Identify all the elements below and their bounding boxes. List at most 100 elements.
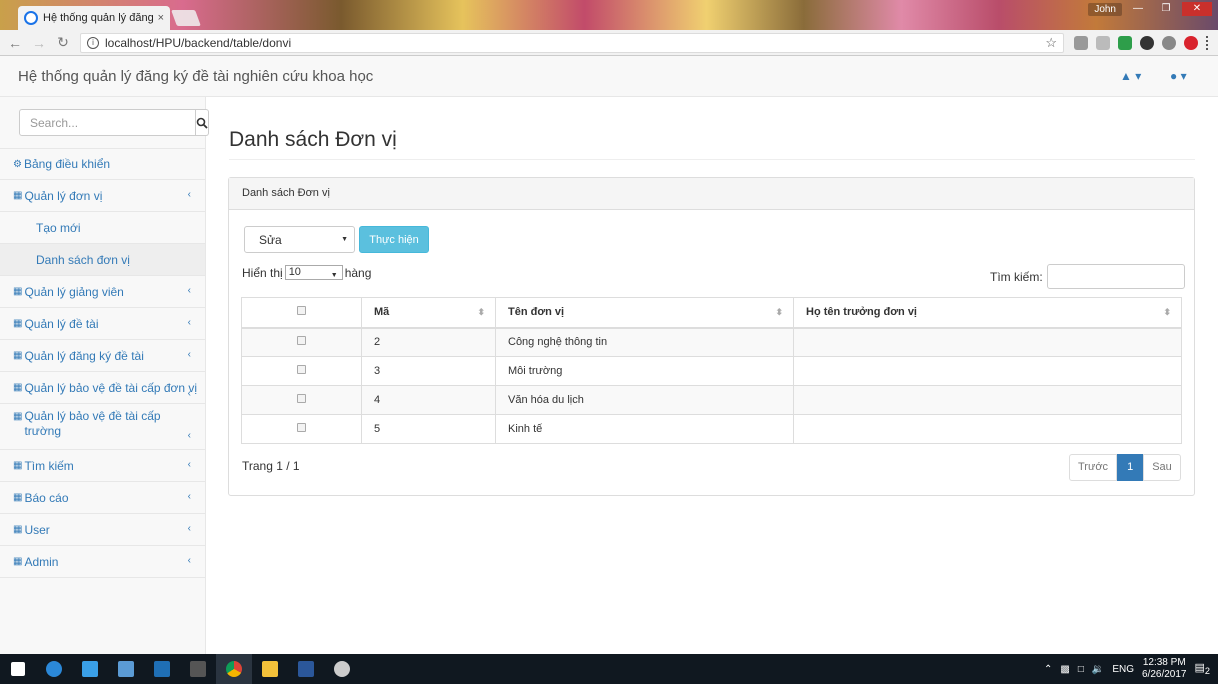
filter-label: Tìm kiếm: — [990, 269, 1043, 284]
row-checkbox[interactable] — [297, 394, 306, 403]
sidebar-item-user[interactable]: ▦ User ‹ — [0, 514, 205, 546]
sidebar-subitem-create[interactable]: Tạo mới — [0, 212, 205, 244]
system-tray: ⌃ ▩ □ 🔉 ENG 12:38 PM 6/26/2017 ▤2 — [1044, 654, 1210, 684]
sidebar-item-school-defense[interactable]: ▦ Quản lý bảo vệ đề tài cấp trường ‹ — [0, 404, 205, 450]
minimize-icon[interactable]: — — [1126, 2, 1150, 16]
sidebar-item-units[interactable]: ▦ Quản lý đơn vị ‹ — [0, 180, 205, 212]
sidebar-item-admin[interactable]: ▦ Admin ‹ — [0, 546, 205, 578]
sidebar: ⚙Bảng điều khiển ▦Quản lý đơn vị‹ Tạo mớ… — [0, 97, 209, 654]
sidebar-item-label: Quản lý đơn vị — [24, 188, 103, 203]
pagination-next-button[interactable]: Sau — [1143, 454, 1181, 481]
extension-icon[interactable] — [1162, 35, 1176, 50]
caret-down-icon: ▼ — [330, 272, 338, 279]
close-window-icon[interactable]: ✕ — [1182, 2, 1212, 16]
table-row[interactable]: 5 Kinh tế — [241, 414, 1182, 444]
column-header-ten[interactable]: Tên đơn vị ⬍ — [495, 297, 794, 329]
network-icon[interactable]: □ — [1078, 664, 1084, 675]
url-text: localhost/HPU/backend/table/donvi — [105, 35, 292, 50]
extensions-area — [1074, 35, 1210, 50]
info-icon[interactable]: i — [87, 36, 99, 49]
sitemap-icon: ▦ — [13, 350, 23, 361]
sitemap-icon: ▦ — [13, 556, 23, 567]
panel-heading: Danh sách Đơn vị — [229, 178, 1194, 210]
start-button[interactable] — [0, 654, 36, 684]
sitemap-icon: ▦ — [13, 190, 23, 201]
sidebar-item-label: Tìm kiếm — [24, 458, 74, 473]
select-all-checkbox[interactable] — [297, 306, 306, 316]
table-search-input[interactable] — [1046, 264, 1185, 289]
length-prefix-label: Hiển thị — [242, 265, 283, 280]
sidebar-item-lecturers[interactable]: ▦ Quản lý giảng viên ‹ — [0, 276, 205, 308]
window-controls: John — ❐ ✕ — [1088, 2, 1212, 16]
media-player-icon — [154, 661, 170, 677]
app-title[interactable]: Hệ thống quản lý đăng ký đề tài nghiên c… — [18, 68, 373, 85]
restore-icon[interactable]: ❐ — [1154, 2, 1178, 16]
taskbar-app[interactable] — [324, 654, 360, 684]
sidebar-item-unit-defense[interactable]: ▦ Quản lý bảo vệ đề tài cấp đơn vị ‹ — [0, 372, 205, 404]
sidebar-item-search[interactable]: ▦ Tìm kiếm ‹ — [0, 450, 205, 482]
extension-icon[interactable] — [1118, 35, 1132, 50]
sidebar-subitem-unit-list[interactable]: Danh sách đơn vị — [0, 244, 205, 276]
row-checkbox[interactable] — [297, 365, 306, 374]
forward-arrow-icon[interactable]: → — [32, 35, 46, 51]
chevron-left-icon: ‹ — [187, 317, 191, 328]
edge-icon — [46, 661, 62, 677]
notification-bell-icon[interactable]: ▲ ▾ — [1120, 69, 1141, 83]
page-length-select[interactable]: 10 ▼ — [284, 265, 343, 280]
taskbar-app[interactable] — [144, 654, 180, 684]
sidebar-item-reports[interactable]: ▦ Báo cáo ‹ — [0, 482, 205, 514]
table-row[interactable]: 3 Môi trường — [241, 356, 1182, 386]
notification-center-icon[interactable]: ▤2 — [1195, 661, 1211, 676]
row-checkbox[interactable] — [297, 423, 306, 432]
search-button[interactable] — [196, 109, 209, 136]
new-tab-button[interactable] — [171, 10, 201, 26]
pagination-prev-button[interactable]: Trước — [1069, 454, 1118, 481]
taskbar-app[interactable] — [288, 654, 324, 684]
taskbar-app[interactable] — [36, 654, 72, 684]
clock-date: 6/26/2017 — [1142, 669, 1187, 680]
taskbar-app[interactable] — [180, 654, 216, 684]
menu-kebab-icon[interactable] — [1206, 35, 1210, 50]
extension-icon[interactable] — [1096, 35, 1110, 50]
taskbar-app[interactable] — [108, 654, 144, 684]
pagination-page-1[interactable]: 1 — [1117, 454, 1144, 481]
table-row[interactable]: 2 Công nghệ thông tin — [241, 327, 1182, 357]
volume-icon[interactable]: 🔉 — [1092, 664, 1104, 675]
search-input[interactable] — [19, 109, 196, 136]
taskbar-app[interactable] — [216, 654, 252, 684]
sidebar-menu: ⚙ Bảng điều khiển ▦ Quản lý đơn vị ‹ Tạo mớ… — [0, 148, 205, 578]
language-indicator[interactable]: ENG — [1112, 664, 1134, 675]
window-user-badge[interactable]: John — [1088, 2, 1122, 16]
column-header-ma[interactable]: Mã ⬍ — [361, 297, 496, 329]
select-all-header[interactable] — [241, 297, 362, 329]
table-row[interactable]: 4 Văn hóa du lịch — [241, 385, 1182, 415]
dashboard-icon: ⚙ — [13, 158, 22, 170]
system-clock[interactable]: 12:38 PM 6/26/2017 — [1142, 657, 1187, 681]
execute-button[interactable]: Thực hiện — [359, 226, 429, 253]
battery-icon[interactable]: ▩ — [1060, 664, 1069, 675]
bulk-action-select[interactable]: Sửa ▼ — [244, 226, 355, 253]
extension-icon[interactable] — [1074, 35, 1088, 50]
cell-ma: 3 — [361, 356, 496, 386]
sidebar-item-dashboard[interactable]: ⚙ Bảng điều khiển — [0, 148, 205, 180]
sort-icon: ⬍ — [1163, 307, 1171, 317]
tab-close-icon[interactable]: × — [158, 12, 164, 24]
extension-icon[interactable] — [1140, 35, 1154, 50]
back-arrow-icon[interactable]: ← — [8, 35, 22, 51]
row-checkbox[interactable] — [297, 336, 306, 346]
bookmark-star-icon[interactable]: ☆ — [1045, 35, 1057, 51]
word-icon — [298, 661, 314, 677]
address-bar[interactable]: i localhost/HPU/backend/table/donvi ☆ — [80, 32, 1064, 53]
taskbar-app[interactable] — [72, 654, 108, 684]
favicon-icon — [24, 11, 38, 25]
row-checkbox-cell — [241, 356, 362, 386]
adblock-icon[interactable] — [1184, 35, 1198, 50]
reload-icon[interactable]: ↻ — [56, 34, 70, 51]
user-menu-icon[interactable]: ● ▾ — [1170, 69, 1187, 83]
chevron-up-icon[interactable]: ⌃ — [1044, 664, 1052, 675]
sidebar-item-topics[interactable]: ▦ Quản lý đề tài ‹ — [0, 308, 205, 340]
column-header-truong[interactable]: Họ tên trưởng đơn vị ⬍ — [793, 297, 1182, 329]
browser-tab[interactable]: Hệ thống quản lý đăng k × — [18, 6, 170, 30]
sidebar-item-topic-registration[interactable]: ▦ Quản lý đăng ký đề tài ‹ — [0, 340, 205, 372]
taskbar-app[interactable] — [252, 654, 288, 684]
